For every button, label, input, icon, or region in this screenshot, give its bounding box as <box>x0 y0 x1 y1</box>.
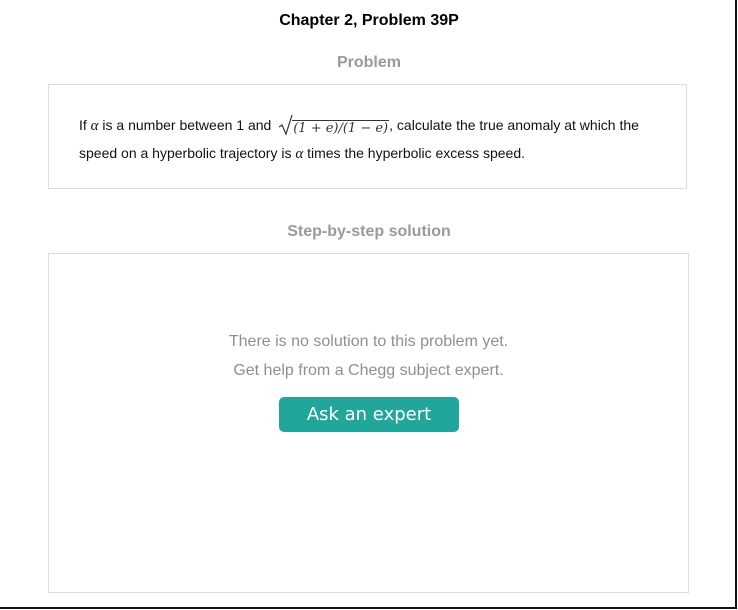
problem-text-part2: is a number between 1 and <box>98 117 276 133</box>
solution-heading: Step-by-step solution <box>287 223 451 240</box>
problem-text-part4: times the hyperbolic excess speed. <box>303 145 525 161</box>
ask-expert-button[interactable]: Ask an expert <box>279 397 459 432</box>
expert-help-message: Get help from a Chegg subject expert. <box>233 362 504 379</box>
problem-box: If α is a number between 1 and (1 + e)/(… <box>48 84 687 189</box>
alpha-symbol: α <box>90 118 99 134</box>
no-solution-message: There is no solution to this problem yet… <box>228 333 509 350</box>
sqrt-expression: (1 + e)/(1 − e) <box>279 114 390 141</box>
problem-statement: If α is a number between 1 and (1 + e)/(… <box>79 113 669 166</box>
problem-heading: Problem <box>336 54 401 71</box>
solution-box: There is no solution to this problem yet… <box>48 253 689 593</box>
problem-text-part1: If <box>79 117 91 133</box>
sqrt-radicand: (1 + e)/(1 − e) <box>292 120 390 136</box>
chapter-title: Chapter 2, Problem 39P <box>279 12 459 29</box>
radical-sign-icon <box>279 114 293 136</box>
